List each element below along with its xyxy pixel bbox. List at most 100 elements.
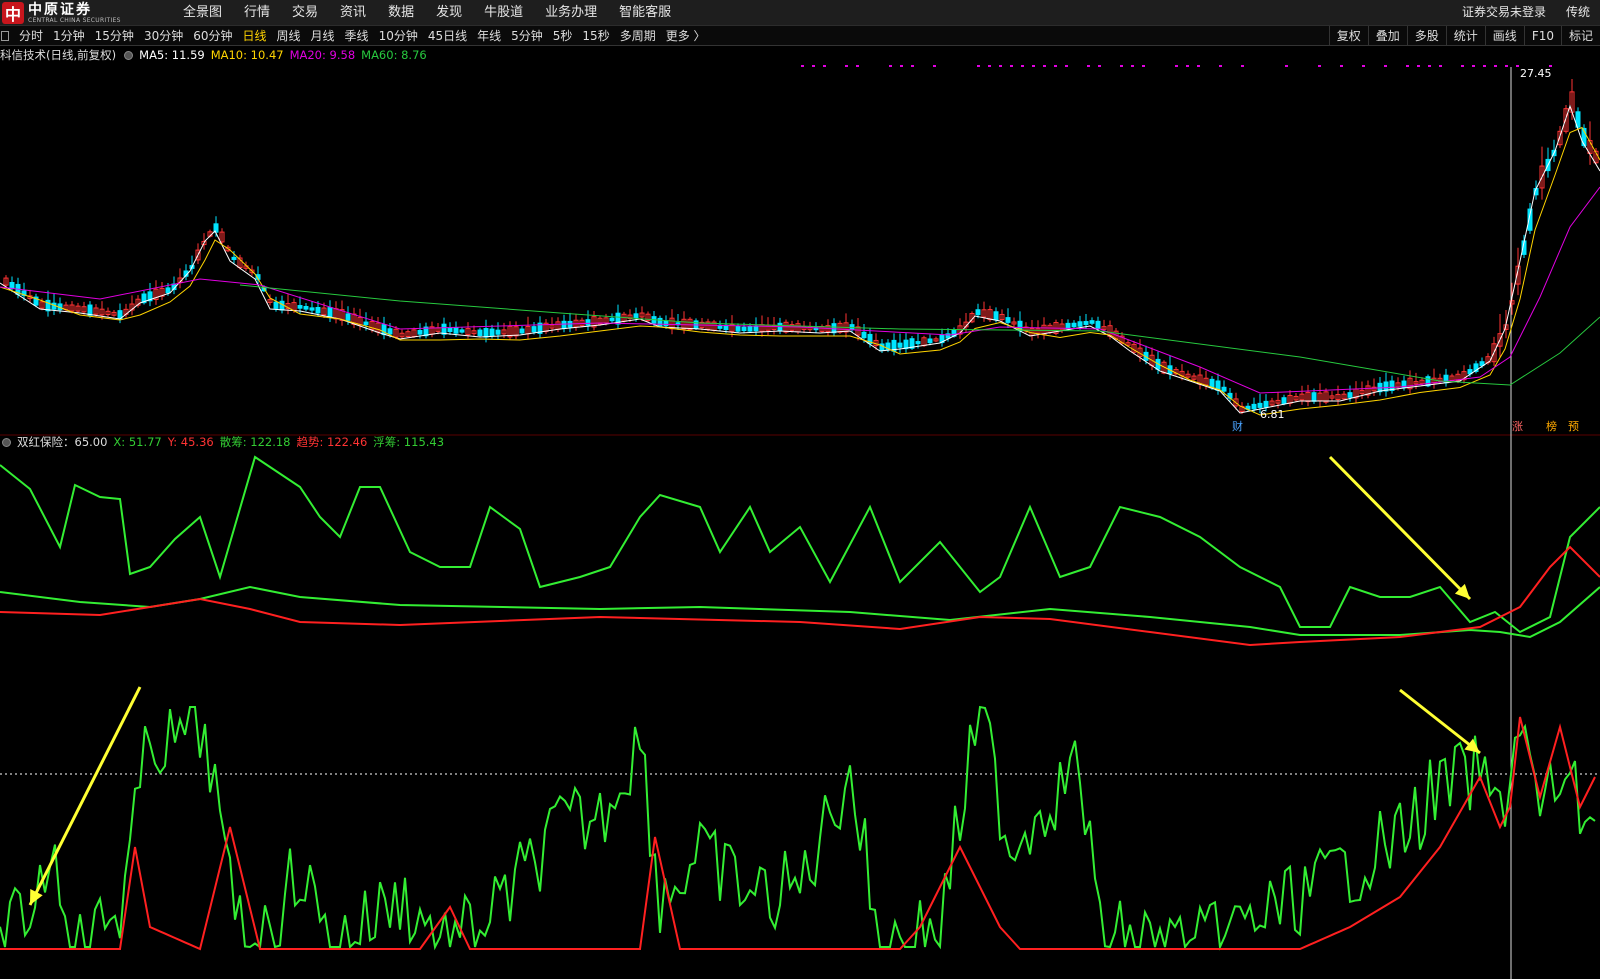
ma-legend-item: MA60: 8.76 <box>361 48 427 62</box>
candle-body <box>327 307 333 319</box>
period-tab[interactable]: 分时 <box>14 26 48 46</box>
period-tab[interactable]: 60分钟 <box>188 26 237 46</box>
candle-body <box>663 320 669 327</box>
signal-marker <box>1219 65 1222 67</box>
candle-body <box>609 317 615 322</box>
signal-marker <box>801 65 804 67</box>
signal-marker <box>1417 65 1420 67</box>
candle-body <box>915 341 921 345</box>
tool-tab[interactable]: 标记 <box>1560 26 1600 46</box>
period-tab[interactable]: 月线 <box>306 26 340 46</box>
nav-item[interactable]: 业务办理 <box>534 0 608 26</box>
signal-marker <box>1021 65 1024 67</box>
tool-tab[interactable]: F10 <box>1523 26 1561 46</box>
event-label: 涨 <box>1512 420 1523 433</box>
period-tab[interactable]: 15分钟 <box>90 26 139 46</box>
tool-tab[interactable]: 统计 <box>1445 26 1485 46</box>
login-status-link[interactable]: 证券交易未登录 <box>1452 0 1556 26</box>
tool-tab[interactable]: 复权 <box>1328 26 1368 46</box>
period-tab[interactable]: 周线 <box>272 26 306 46</box>
period-tab[interactable]: 10分钟 <box>374 26 423 46</box>
high-price-label: 27.45 <box>1520 67 1552 80</box>
nav-item[interactable]: 数据 <box>377 0 425 26</box>
low-price-label: 6.81 <box>1260 408 1285 421</box>
candle-body <box>165 287 171 294</box>
nav-item[interactable]: 智能客服 <box>608 0 682 26</box>
signal-marker <box>1010 65 1013 67</box>
ma-legend-item: MA5: 11.59 <box>139 48 205 62</box>
indicator-settings-icon[interactable] <box>2 437 11 447</box>
period-tab[interactable]: 更多 〉 <box>661 26 711 46</box>
ma-legend-item: MA20: 9.58 <box>289 48 356 62</box>
period-tab[interactable]: 季线 <box>340 26 374 46</box>
tool-tab[interactable]: 多股 <box>1406 26 1446 46</box>
signal-marker <box>1516 65 1519 67</box>
candle-body <box>1071 322 1077 328</box>
logo-text: 中原证券 <box>28 1 92 18</box>
nav-item[interactable]: 行情 <box>233 0 281 26</box>
candle-body <box>441 323 447 335</box>
candle-body <box>975 309 981 316</box>
candle-body <box>561 320 567 329</box>
indicator-legend-item: X: 51.77 <box>113 435 162 449</box>
panel-toggle-icon[interactable] <box>1 31 9 41</box>
signal-marker <box>1087 65 1090 67</box>
indicator-green-line <box>0 455 1600 634</box>
nav-item[interactable]: 牛股道 <box>473 0 534 26</box>
event-label: 榜 <box>1546 419 1557 433</box>
signal-marker <box>1362 65 1365 67</box>
candle-body <box>345 313 351 321</box>
tool-tab[interactable]: 画线 <box>1484 26 1524 46</box>
signal-marker <box>1120 65 1123 67</box>
nav-item[interactable]: 全景图 <box>172 0 233 26</box>
candle-body <box>309 307 315 311</box>
nav-item[interactable]: 交易 <box>281 0 329 26</box>
nav-item[interactable]: 发现 <box>425 0 473 26</box>
indicator-legend-item: 浮筹: 115.43 <box>373 435 445 449</box>
indicator-red-line <box>0 545 1600 647</box>
mode-link[interactable]: 传统 <box>1556 0 1600 26</box>
candle-body <box>483 328 489 338</box>
indicator-legend-item: 趋势: 122.46 <box>296 435 368 449</box>
signal-marker <box>1186 65 1189 67</box>
signal-marker <box>977 65 980 67</box>
candle-body <box>993 311 999 321</box>
candle-body <box>1311 392 1317 402</box>
top-right-links: 证券交易未登录 传统 <box>1452 0 1600 26</box>
candle-body <box>9 282 15 289</box>
candle-body <box>231 256 237 261</box>
candle-body <box>459 329 465 333</box>
signal-marker <box>1175 65 1178 67</box>
period-tab[interactable]: 5分钟 <box>506 26 548 46</box>
period-tab[interactable]: 日线 <box>238 26 272 46</box>
period-tab[interactable]: 多周期 <box>615 26 661 46</box>
signal-marker <box>1054 65 1057 67</box>
candle-body <box>273 301 279 309</box>
candle-body <box>489 328 495 337</box>
tool-tab[interactable]: 叠加 <box>1367 26 1407 46</box>
ma20-line <box>0 186 1600 394</box>
candle-body <box>1077 321 1083 327</box>
signal-marker <box>1472 65 1475 67</box>
period-tab[interactable]: 年线 <box>472 26 506 46</box>
signal-marker <box>1505 65 1508 67</box>
period-toolbar: 分时 1分钟 15分钟 30分钟 60分钟 日线 周线 月线 季线 10分钟 45日线 年线 5分钟 5秒… <box>0 26 1600 46</box>
signal-marker <box>1142 65 1145 67</box>
period-tab[interactable]: 30分钟 <box>139 26 188 46</box>
period-tab[interactable]: 15秒 <box>577 26 614 46</box>
settings-dot-icon[interactable] <box>124 50 134 60</box>
candle-body <box>519 328 525 334</box>
indicator-legend-item: Y: 45.36 <box>167 435 214 449</box>
candle-body <box>495 329 501 335</box>
period-tab[interactable]: 1分钟 <box>48 26 90 46</box>
candle-body <box>1083 321 1089 325</box>
signal-marker <box>845 65 848 67</box>
candle-body <box>1221 386 1227 392</box>
signal-marker <box>1461 65 1464 67</box>
chart-area[interactable]: 27.45 6.81 财 涨 榜预 <box>0 47 1600 979</box>
annotation-arrow <box>1328 455 1472 601</box>
nav-item[interactable]: 资讯 <box>329 0 377 26</box>
signal-marker <box>1439 65 1442 67</box>
period-tab[interactable]: 45日线 <box>423 26 472 46</box>
period-tab[interactable]: 5秒 <box>548 26 578 46</box>
